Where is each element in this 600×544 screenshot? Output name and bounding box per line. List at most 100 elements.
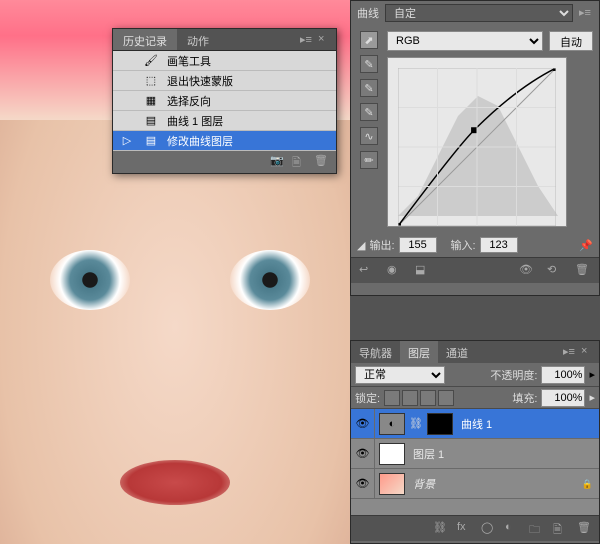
eyedropper-white-icon[interactable]: ✎: [360, 103, 378, 121]
target-adjust-icon[interactable]: ⬈: [360, 31, 378, 49]
visibility-icon[interactable]: [356, 447, 370, 460]
quickmask-icon: ⬚: [146, 74, 156, 87]
fill-chevron-icon[interactable]: ▸: [589, 391, 595, 404]
input-field[interactable]: [480, 237, 518, 253]
history-panel: 历史记录 动作 ▸≡ × 🖌 画笔工具 ⬚ 退出快速蒙版 ▦ 选择反向 ▤ 曲线…: [112, 28, 337, 174]
layer-name: 曲线 1: [457, 416, 492, 432]
tab-history[interactable]: 历史记录: [113, 29, 177, 50]
eyedropper-black-icon[interactable]: ✎: [360, 55, 378, 73]
curves-preset-select[interactable]: 自定: [385, 4, 573, 22]
pin-icon[interactable]: 📌: [579, 239, 593, 252]
curves-tools: ⬈ ✎ ✎ ✎ ∿ ✏: [357, 31, 381, 227]
curves-header: 曲线 自定 ▸≡: [351, 1, 599, 25]
output-input-row: ◢ 输出: 输入: 📌: [351, 233, 599, 257]
panel-close-icon[interactable]: ×: [318, 33, 332, 47]
curves-title: 曲线: [357, 5, 379, 21]
panel-menu-icon[interactable]: ▸≡: [579, 6, 593, 20]
new-snapshot-icon[interactable]: 📷: [270, 154, 286, 170]
layer-item-background[interactable]: 背景: [351, 469, 599, 499]
tab-actions[interactable]: 动作: [177, 29, 219, 50]
layers-footer: ⛓ fx ◯ ◐ 🗀 🗎 🗑: [351, 515, 599, 541]
layer-name: 图层 1: [409, 446, 444, 462]
eye-left: [50, 250, 130, 310]
layer-list: ◐ ⛓ 曲线 1 图层 1 背景: [351, 409, 599, 515]
adjustment-thumb[interactable]: ◐: [379, 413, 405, 435]
select-inverse-icon: ▦: [146, 94, 156, 107]
opacity-chevron-icon[interactable]: ▸: [589, 368, 595, 381]
lock-all-icon[interactable]: [438, 390, 454, 406]
adj-clip-icon[interactable]: ⬓: [415, 263, 431, 279]
output-field[interactable]: [399, 237, 437, 253]
history-pointer-icon: ▷: [123, 134, 131, 147]
tab-layers[interactable]: 图层: [400, 341, 438, 363]
history-item[interactable]: ▤ 曲线 1 图层: [113, 111, 336, 131]
input-label: 输入:: [451, 237, 476, 253]
adj-view-icon[interactable]: ◉: [387, 263, 403, 279]
layer-thumb[interactable]: [379, 473, 405, 495]
layers-panel: 导航器 图层 通道 ▸≡ × 正常 不透明度: ▸ 锁定: 填充: ▸ ◐ ⛓: [350, 340, 600, 544]
panel-close-icon[interactable]: ×: [581, 345, 595, 359]
lips: [120, 460, 230, 505]
lock-icon: [582, 478, 593, 490]
lock-transparency-icon[interactable]: [384, 390, 400, 406]
eye-right: [230, 250, 310, 310]
layer-name: 背景: [409, 476, 435, 492]
edit-curves-icon: ▤: [146, 134, 156, 147]
adj-reset-icon[interactable]: ⟲: [547, 263, 563, 279]
adjustments-footer: ↩ ◉ ⬓ ⟲ 🗑: [351, 257, 599, 283]
adjustment-icon[interactable]: ◐: [505, 521, 521, 537]
history-label: 修改曲线图层: [163, 133, 233, 149]
layers-tabs: 导航器 图层 通道 ▸≡ ×: [351, 341, 599, 363]
histogram-toggle-icon[interactable]: ◢: [357, 239, 365, 252]
opacity-label: 不透明度:: [490, 367, 537, 383]
history-item[interactable]: ⬚ 退出快速蒙版: [113, 71, 336, 91]
lock-label: 锁定:: [355, 390, 380, 406]
mask-thumb[interactable]: [427, 413, 453, 435]
layer-item[interactable]: 图层 1: [351, 439, 599, 469]
history-tabs: 历史记录 动作 ▸≡ ×: [113, 29, 336, 51]
tab-navigator[interactable]: 导航器: [351, 341, 400, 363]
lock-position-icon[interactable]: [420, 390, 436, 406]
mask-icon[interactable]: ◯: [481, 521, 497, 537]
curve-pencil-icon[interactable]: ✏: [360, 151, 378, 169]
visibility-icon[interactable]: [356, 417, 370, 430]
curves-graph[interactable]: [387, 57, 567, 227]
curves-layer-icon: ▤: [146, 114, 156, 127]
history-label: 选择反向: [163, 93, 211, 109]
fill-input[interactable]: [541, 389, 585, 407]
history-item[interactable]: 🖌 画笔工具: [113, 51, 336, 71]
curve-path: [398, 68, 556, 226]
panel-menu-icon[interactable]: ▸≡: [300, 33, 314, 47]
link-icon[interactable]: ⛓: [409, 417, 423, 430]
lock-pixels-icon[interactable]: [402, 390, 418, 406]
delete-layer-icon[interactable]: 🗑: [577, 521, 593, 537]
auto-button[interactable]: 自动: [549, 31, 593, 51]
fill-label: 填充:: [512, 390, 537, 406]
brush-icon: 🖌: [144, 54, 158, 67]
history-item[interactable]: ▦ 选择反向: [113, 91, 336, 111]
opacity-input[interactable]: [541, 366, 585, 384]
link-layers-icon[interactable]: ⛓: [433, 521, 449, 537]
channel-select[interactable]: RGB: [387, 31, 543, 51]
layer-item-curves[interactable]: ◐ ⛓ 曲线 1: [351, 409, 599, 439]
eyedropper-gray-icon[interactable]: ✎: [360, 79, 378, 97]
adj-layer-return-icon[interactable]: ↩: [359, 263, 375, 279]
new-layer-icon[interactable]: 🗎: [553, 521, 569, 537]
group-icon[interactable]: 🗀: [529, 521, 545, 537]
curves-panel: 曲线 自定 ▸≡ ⬈ ✎ ✎ ✎ ∿ ✏ RGB 自动: [350, 0, 600, 296]
new-doc-icon[interactable]: 🗎: [292, 154, 308, 170]
layer-thumb[interactable]: [379, 443, 405, 465]
history-footer: 📷 🗎 🗑: [113, 151, 336, 173]
history-list: 🖌 画笔工具 ⬚ 退出快速蒙版 ▦ 选择反向 ▤ 曲线 1 图层 ▷ ▤ 修改曲…: [113, 51, 336, 151]
panel-menu-icon[interactable]: ▸≡: [563, 345, 577, 359]
delete-icon[interactable]: 🗑: [314, 154, 330, 170]
visibility-icon[interactable]: [356, 477, 370, 490]
tab-channels[interactable]: 通道: [438, 341, 476, 363]
adj-delete-icon[interactable]: 🗑: [575, 263, 591, 279]
blend-row: 正常 不透明度: ▸: [351, 363, 599, 387]
curve-smooth-icon[interactable]: ∿: [360, 127, 378, 145]
adj-visibility-icon[interactable]: [519, 263, 535, 279]
history-item-selected[interactable]: ▷ ▤ 修改曲线图层: [113, 131, 336, 151]
blend-mode-select[interactable]: 正常: [355, 366, 445, 384]
fx-icon[interactable]: fx: [457, 521, 473, 537]
